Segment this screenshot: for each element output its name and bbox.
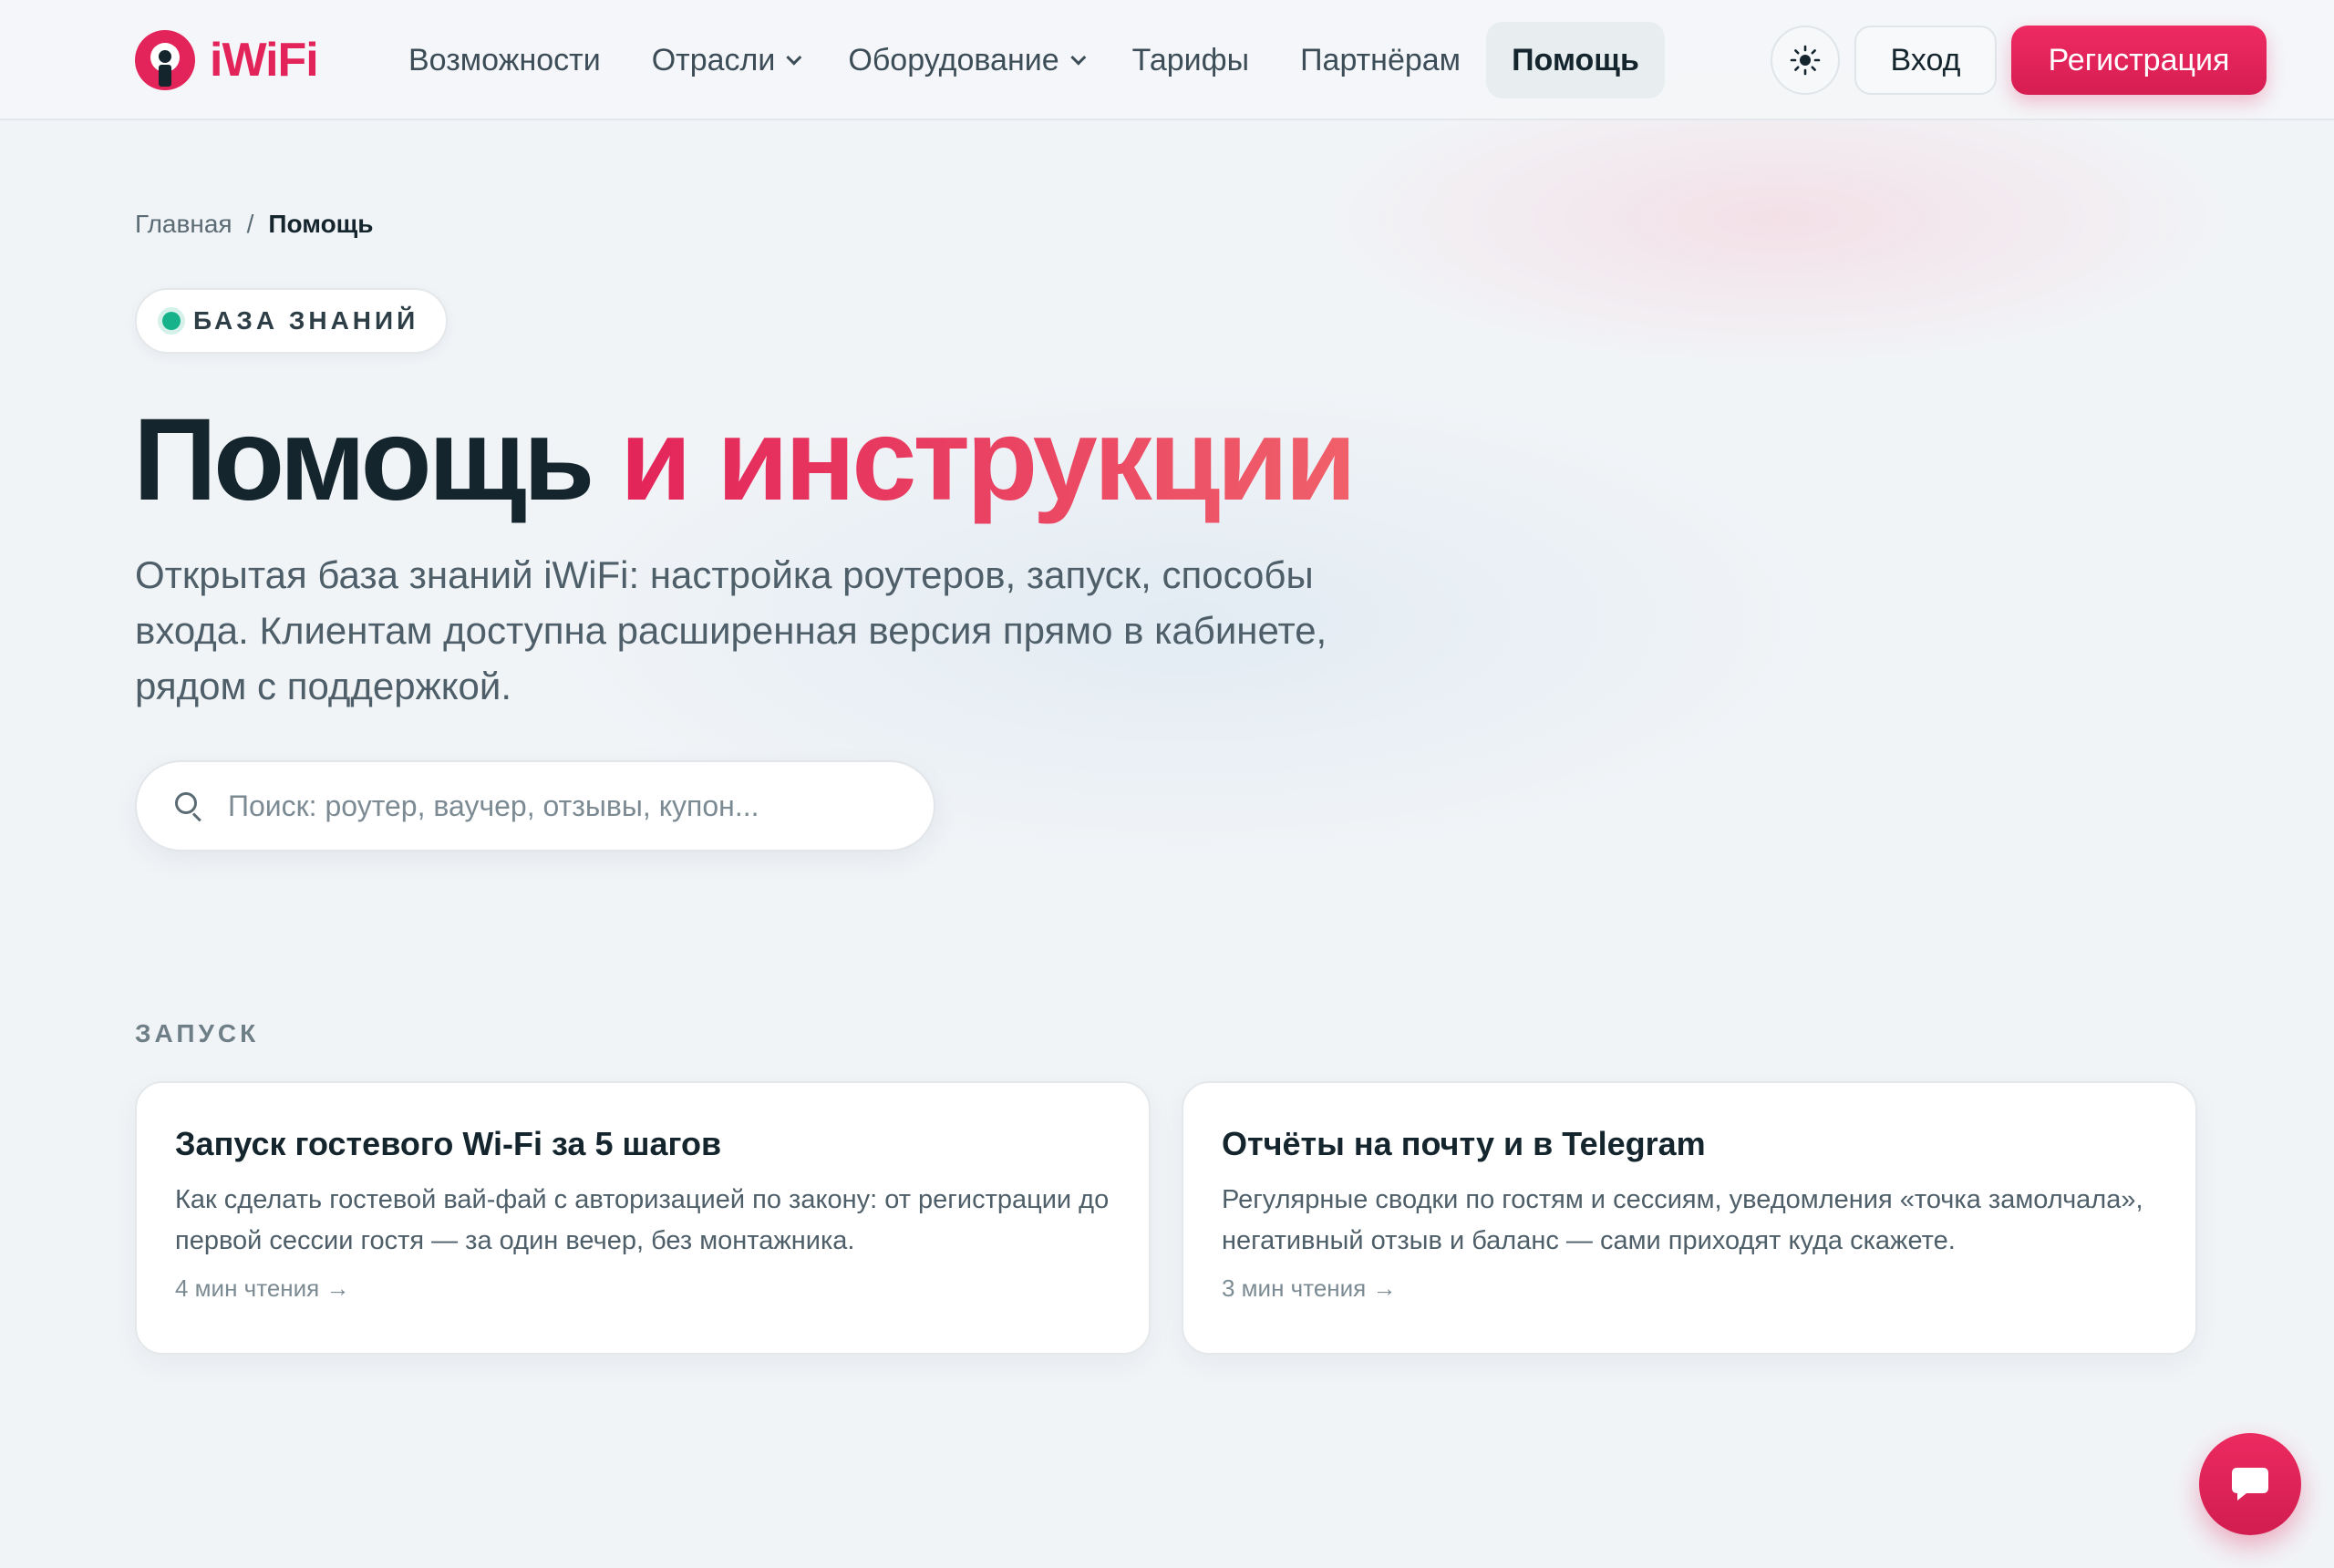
chevron-down-icon [786, 49, 802, 66]
nav-item-label: Оборудование [848, 42, 1059, 77]
sun-icon [1790, 45, 1821, 76]
main-nav: Возможности Отрасли Оборудование Тарифы … [383, 22, 1665, 98]
nav-item-label: Отрасли [651, 42, 776, 77]
section-heading: ЗАПУСК [135, 1019, 260, 1047]
article-card-read-time: 3 мин чтения → [1222, 1274, 1397, 1302]
login-button[interactable]: Вход [1854, 26, 1997, 95]
breadcrumb-separator: / [246, 210, 254, 238]
logo[interactable]: iWiFi [135, 29, 319, 91]
badge-label: БАЗА ЗНАНИЙ [193, 306, 419, 335]
nav-item-partners[interactable]: Партнёрам [1275, 22, 1486, 98]
logo-icon [135, 30, 195, 90]
search-icon [173, 790, 204, 822]
status-dot-icon [162, 312, 181, 330]
page-title: Помощь и инструкции [133, 392, 1357, 529]
article-card[interactable]: Запуск гостевого Wi-Fi за 5 шагов Как сд… [135, 1081, 1151, 1355]
breadcrumb-current: Помощь [268, 210, 374, 238]
page-lead-text: Открытая база знаний iWiFi: настройка ро… [135, 553, 1327, 707]
nav-item-industries[interactable]: Отрасли [626, 22, 823, 98]
nav-item-help[interactable]: Помощь [1486, 22, 1665, 98]
article-card-title: Запуск гостевого Wi-Fi за 5 шагов [175, 1125, 722, 1162]
register-button[interactable]: Регистрация [2011, 26, 2267, 95]
search-input[interactable] [228, 789, 921, 823]
theme-toggle-button[interactable] [1771, 26, 1840, 95]
chevron-down-icon [1069, 49, 1086, 66]
breadcrumb: Главная / Помощь [135, 210, 374, 239]
article-card-read-time: 4 мин чтения → [175, 1274, 350, 1302]
nav-item-features[interactable]: Возможности [383, 22, 626, 98]
site-header: iWiFi Возможности Отрасли Оборудование Т… [0, 0, 2334, 120]
nav-item-label: Возможности [408, 42, 601, 77]
nav-item-label: Помощь [1512, 42, 1639, 77]
section-badge: БАЗА ЗНАНИЙ [135, 288, 449, 354]
nav-item-label: Партнёрам [1300, 42, 1461, 77]
logo-text: iWiFi [210, 34, 319, 87]
breadcrumb-home-link[interactable]: Главная [135, 210, 232, 239]
nav-item-label: Тарифы [1131, 42, 1250, 77]
article-card-description: Регулярные сводки по гостям и сессиям, у… [1222, 1185, 2143, 1255]
article-card-description: Как сделать гостевой вай-фай с авторизац… [175, 1185, 1110, 1255]
article-card-title: Отчёты на почту и в Telegram [1222, 1125, 1706, 1162]
search-box[interactable] [135, 760, 935, 851]
page-title-accent: и инструкции [619, 395, 1357, 525]
chat-icon [2232, 1468, 2268, 1501]
nav-item-pricing[interactable]: Тарифы [1107, 22, 1275, 98]
article-card[interactable]: Отчёты на почту и в Telegram Регулярные … [1182, 1081, 2197, 1355]
nav-item-equipment[interactable]: Оборудование [822, 22, 1106, 98]
chat-button[interactable] [2199, 1433, 2301, 1535]
page-title-main: Помощь [133, 395, 594, 525]
